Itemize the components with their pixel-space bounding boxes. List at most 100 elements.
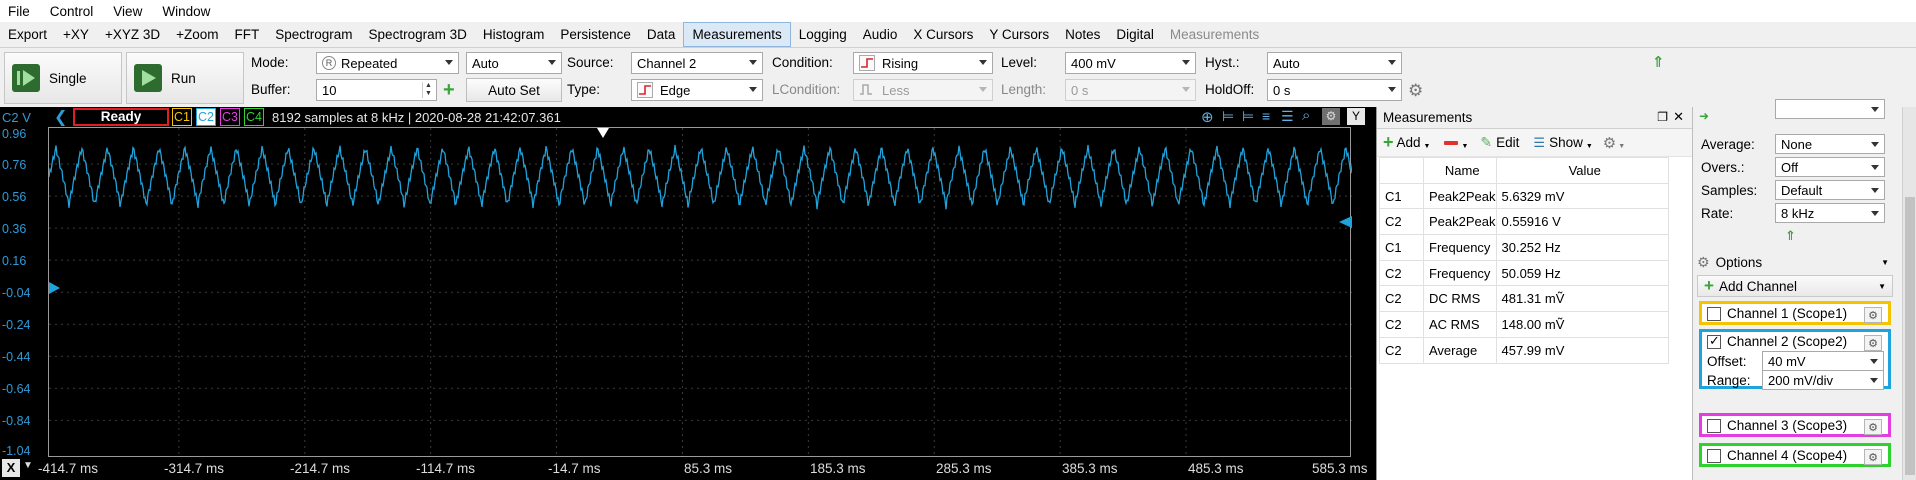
offset-select[interactable]: 40 mV <box>1762 351 1884 371</box>
align-icon[interactable]: ≡ <box>1262 108 1270 124</box>
close-icon[interactable]: ✕ <box>1673 109 1684 125</box>
auto-set-button[interactable]: Auto Set <box>466 78 562 102</box>
samples-value: Default <box>1781 182 1823 198</box>
channel-2-offset-marker[interactable] <box>49 282 60 294</box>
tab-audio[interactable]: Audio <box>855 22 906 47</box>
plus-icon[interactable]: + <box>443 79 455 101</box>
buffer-spinbox[interactable]: 10 ▲ ▼ <box>316 79 437 101</box>
name-column-header[interactable]: Name <box>1423 157 1497 184</box>
tab-measurements[interactable]: Measurements <box>683 22 791 47</box>
remove-measurement-button[interactable]: ▼ <box>1444 135 1468 150</box>
channel-c3-button[interactable]: C3 <box>220 108 240 126</box>
cursor-start-icon[interactable]: ⊨ <box>1222 108 1234 125</box>
zoom-fit-icon[interactable]: ⊕ <box>1201 108 1214 126</box>
tab-digital[interactable]: Digital <box>1108 22 1162 47</box>
channel-c4-button[interactable]: C4 <box>244 108 264 126</box>
average-select[interactable]: None <box>1775 134 1885 154</box>
trigger-level-marker[interactable] <box>1339 216 1352 228</box>
collapse-up-icon[interactable]: ⇑ <box>1652 53 1665 71</box>
offset-label: Offset: <box>1707 354 1747 369</box>
tab-zoom[interactable]: +Zoom <box>168 22 226 47</box>
tab-export[interactable]: Export <box>0 22 55 47</box>
tab-spectrogram[interactable]: Spectrogram <box>267 22 360 47</box>
waveform-plot[interactable] <box>48 127 1353 458</box>
run-button[interactable]: Run <box>126 52 244 104</box>
table-row[interactable]: C2 AC RMS 148.00 mṼ <box>1379 311 1669 338</box>
cursor-end-icon[interactable]: ⊨ <box>1242 108 1254 125</box>
tab-xyz-3d[interactable]: +XYZ 3D <box>97 22 168 47</box>
menu-file[interactable]: File <box>8 4 30 19</box>
channel-c1-button[interactable]: C1 <box>172 108 192 126</box>
channel-4-checkbox[interactable] <box>1707 449 1721 464</box>
channel-column-header <box>1379 157 1424 184</box>
tab-x-cursors[interactable]: X Cursors <box>905 22 981 47</box>
table-row[interactable]: C2 Average 457.99 mV <box>1379 336 1669 364</box>
type-select[interactable]: Edge <box>631 79 763 101</box>
lcondition-select[interactable]: Less <box>853 79 993 101</box>
collapse-up-icon[interactable]: ⇑ <box>1785 228 1796 244</box>
settings-gear-icon[interactable]: ⚙ <box>1408 81 1423 101</box>
hyst-select[interactable]: Auto <box>1267 52 1402 74</box>
holdoff-select[interactable]: 0 s <box>1267 79 1402 101</box>
y-axis-toggle-button[interactable]: Y <box>1347 108 1365 125</box>
add-channel-button[interactable]: + Add Channel ▼ <box>1697 275 1893 297</box>
value-column-header[interactable]: Value <box>1495 157 1669 184</box>
channel-4-settings-gear-icon[interactable]: ⚙ <box>1864 449 1882 465</box>
list-icon[interactable]: ☰ <box>1281 108 1294 125</box>
samples-select[interactable]: Default <box>1775 180 1885 200</box>
scrollbar[interactable] <box>1902 107 1916 480</box>
channel-c2-button[interactable]: C2 <box>196 108 216 126</box>
tab-xy[interactable]: +XY <box>55 22 97 47</box>
channel-1-settings-gear-icon[interactable]: ⚙ <box>1864 307 1882 323</box>
trigger-position-marker[interactable] <box>597 128 609 138</box>
edit-measurement-button[interactable]: ✎ Edit <box>1480 134 1519 151</box>
x-axis-close-button[interactable]: X <box>2 459 20 477</box>
tab-histogram[interactable]: Histogram <box>475 22 553 47</box>
channel-2-settings-gear-icon[interactable]: ⚙ <box>1864 335 1882 351</box>
table-row[interactable]: C2 Peak2Peak 0.55916 V <box>1379 208 1669 236</box>
tab-data[interactable]: Data <box>639 22 684 47</box>
channel-2-checkbox[interactable]: ✓ <box>1707 333 1721 350</box>
chevron-down-icon[interactable]: ▼ <box>23 460 33 471</box>
length-select[interactable]: 0 s <box>1065 79 1196 101</box>
scrollbar-thumb[interactable] <box>1905 197 1915 475</box>
single-button[interactable]: Single <box>4 52 122 104</box>
partial-hidden-select[interactable] <box>1775 99 1885 119</box>
show-button[interactable]: ☰ Show ▼ <box>1533 135 1592 151</box>
expand-arrow-icon[interactable]: ➜ <box>1699 109 1709 123</box>
tab-persistence[interactable]: Persistence <box>552 22 639 47</box>
tab-logging[interactable]: Logging <box>791 22 855 47</box>
auto-mode-select[interactable]: Auto <box>466 52 562 74</box>
oversampling-select[interactable]: Off <box>1775 157 1885 177</box>
table-row[interactable]: C2 DC RMS 481.31 mṼ <box>1379 285 1669 313</box>
options-header[interactable]: ⚙ Options ▼ <box>1697 251 1893 273</box>
channel-1-checkbox[interactable] <box>1707 307 1721 322</box>
list-icon: ☰ <box>1533 134 1546 150</box>
mode-select[interactable]: R Repeated <box>316 52 459 74</box>
scope-settings-gear-icon[interactable]: ⚙ <box>1322 108 1340 125</box>
magnifier-icon[interactable]: ⌕ <box>1302 107 1310 124</box>
channel-3-settings-gear-icon[interactable]: ⚙ <box>1864 419 1882 435</box>
range-select[interactable]: 200 mV/div <box>1762 370 1884 390</box>
table-row[interactable]: C1 Peak2Peak 5.6329 mV <box>1379 182 1669 210</box>
menu-view[interactable]: View <box>113 4 142 19</box>
tab-y-cursors[interactable]: Y Cursors <box>981 22 1057 47</box>
add-measurement-button[interactable]: + Add ▼ <box>1383 132 1430 153</box>
condition-select[interactable]: Rising <box>853 52 993 74</box>
rate-select[interactable]: 8 kHz <box>1775 203 1885 223</box>
tab-spectrogram-3d[interactable]: Spectrogram 3D <box>361 22 475 47</box>
tab-notes[interactable]: Notes <box>1057 22 1108 47</box>
float-window-icon[interactable]: ❐ <box>1657 110 1668 124</box>
table-row[interactable]: C2 Frequency 50.059 Hz <box>1379 259 1669 287</box>
channel-3-checkbox[interactable] <box>1707 419 1721 434</box>
source-select[interactable]: Channel 2 <box>631 52 763 74</box>
table-row[interactable]: C1 Frequency 30.252 Hz <box>1379 234 1669 261</box>
menu-window[interactable]: Window <box>162 4 210 19</box>
back-arrow-icon[interactable]: ❮ <box>54 107 67 127</box>
tab-fft[interactable]: FFT <box>227 22 268 47</box>
menu-control[interactable]: Control <box>50 4 94 19</box>
measurement-settings-gear-icon[interactable]: ⚙ ▼ <box>1603 134 1625 152</box>
level-select[interactable]: 400 mV <box>1065 52 1196 74</box>
channel-3-panel: Channel 3 (Scope3) ⚙ <box>1699 413 1891 437</box>
tab-measurements-inactive[interactable]: Measurements <box>1162 22 1267 47</box>
